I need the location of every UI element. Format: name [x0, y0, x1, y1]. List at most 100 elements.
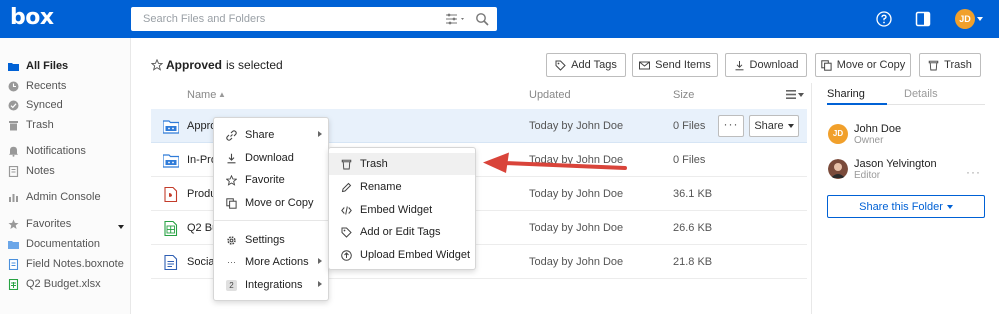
star-outline-icon[interactable]: [151, 59, 163, 71]
sidebar-item-favorites[interactable]: Favorites: [8, 215, 71, 233]
search-bar[interactable]: [131, 7, 497, 31]
menu-item-label: Trash: [360, 158, 388, 170]
menu-item-share[interactable]: Share: [214, 124, 328, 146]
active-tab-indicator: [827, 103, 887, 105]
sidebar-item-field-notes[interactable]: Field Notes.boxnote: [8, 255, 124, 273]
folder-icon: [8, 240, 19, 249]
star-icon: [226, 174, 237, 186]
submenu-item-upload-embed-widget[interactable]: Upload Embed Widget: [329, 244, 475, 266]
menu-item-label: Download: [245, 152, 294, 164]
sidebar-item-trash[interactable]: Trash: [8, 116, 54, 134]
sidebar-item-admin-console[interactable]: Admin Console: [8, 188, 101, 206]
sidebar-item-documentation[interactable]: Documentation: [8, 235, 100, 253]
chevron-down-icon: [787, 124, 794, 128]
menu-item-integrations[interactable]: 2 Integrations: [214, 274, 328, 296]
more-actions-submenu: Trash Rename Embed Widget Add or Edit Ta…: [328, 147, 476, 270]
file-name[interactable]: In-Progress: [187, 154, 213, 166]
submenu-item-embed-widget[interactable]: Embed Widget: [329, 199, 475, 221]
sidebar-item-synced[interactable]: Synced: [8, 96, 63, 114]
sidebar-item-label: All Files: [26, 60, 69, 72]
file-size: 0 Files: [673, 154, 706, 166]
menu-item-download[interactable]: Download: [214, 147, 328, 169]
check-circle-icon: [8, 100, 19, 110]
trash-button[interactable]: Trash: [919, 53, 981, 77]
column-header-name[interactable]: Name: [187, 89, 216, 101]
tab-sharing[interactable]: Sharing: [827, 88, 865, 100]
menu-item-settings[interactable]: Settings: [214, 229, 328, 251]
submenu-item-add-or-edit-tags[interactable]: Add or Edit Tags: [329, 221, 475, 243]
clock-icon: [8, 81, 19, 91]
column-header-size[interactable]: Size: [673, 89, 694, 101]
search-icon[interactable]: [475, 12, 489, 26]
add-tags-button[interactable]: Add Tags: [546, 53, 626, 77]
user-avatar[interactable]: JD: [955, 9, 975, 29]
file-updated: Today by John Doe: [529, 120, 624, 132]
send-items-button[interactable]: Send Items: [632, 53, 718, 77]
sidebar-item-label: Trash: [26, 119, 54, 131]
download-icon: [227, 153, 236, 163]
file-size: 26.6 KB: [673, 222, 713, 234]
chevron-right-icon: [318, 281, 322, 287]
pencil-icon: [341, 182, 352, 192]
sidebar-item-label: Notes: [26, 165, 55, 177]
trash-icon: [341, 159, 352, 169]
collaborator-name: John Doe: [854, 123, 902, 135]
upload-icon: [341, 249, 352, 261]
submenu-item-trash[interactable]: Trash: [329, 153, 475, 175]
sort-ascending-icon[interactable]: ▲: [218, 90, 226, 99]
sidebar-item-notes[interactable]: Notes: [8, 162, 55, 180]
file-name[interactable]: Approved: [187, 120, 213, 132]
chevron-right-icon: [318, 258, 322, 264]
menu-item-label: Move or Copy: [245, 197, 314, 209]
chevron-down-icon[interactable]: [798, 93, 804, 97]
file-name[interactable]: Product: [187, 188, 213, 200]
row-share-button[interactable]: Share: [749, 115, 799, 137]
sidebar-item-label: Synced: [26, 99, 63, 111]
menu-item-label: Rename: [360, 181, 402, 193]
help-icon[interactable]: [876, 11, 892, 27]
trash-label: Trash: [944, 59, 972, 71]
chevron-right-icon: [318, 131, 322, 137]
share-this-folder-button[interactable]: Share this Folder: [827, 195, 985, 218]
search-input[interactable]: [131, 7, 431, 31]
sidebar-item-recents[interactable]: Recents: [8, 77, 66, 95]
sidebar-item-label: Admin Console: [26, 191, 101, 203]
move-or-copy-button[interactable]: Move or Copy: [815, 53, 911, 77]
menu-item-more-actions[interactable]: ··· More Actions: [214, 251, 328, 273]
submenu-item-rename[interactable]: Rename: [329, 176, 475, 198]
more-options-button[interactable]: ···: [718, 115, 744, 137]
sidebar-item-notifications[interactable]: Notifications: [8, 142, 86, 160]
column-header-updated[interactable]: Updated: [529, 89, 571, 101]
sidebar-item-q2-budget[interactable]: Q2 Budget.xlsx: [8, 275, 101, 293]
menu-item-move-or-copy[interactable]: Move or Copy: [214, 192, 328, 214]
copy-icon: [226, 197, 237, 209]
file-name[interactable]: Q2 Budget: [187, 222, 213, 234]
file-updated: Today by John Doe: [529, 222, 624, 234]
collaborator-role: Editor: [854, 170, 881, 181]
menu-item-label: Integrations: [245, 279, 303, 291]
sidebar-item-label: Documentation: [26, 238, 100, 250]
sidebar-item-label: Q2 Budget.xlsx: [26, 278, 101, 290]
sidebar-toggle-icon[interactable]: [915, 11, 931, 27]
chevron-down-icon[interactable]: [977, 17, 983, 21]
menu-item-favorite[interactable]: Favorite: [214, 169, 328, 191]
tab-details[interactable]: Details: [904, 88, 938, 100]
file-size: 36.1 KB: [673, 188, 713, 200]
box-logo[interactable]: box: [10, 5, 54, 30]
download-button[interactable]: Download: [725, 53, 807, 77]
share-this-folder-label: Share this Folder: [859, 200, 943, 213]
chevron-down-icon[interactable]: [118, 225, 124, 229]
filter-icon[interactable]: [445, 13, 467, 25]
menu-item-label: Embed Widget: [360, 204, 433, 216]
collaborator-more-button[interactable]: ···: [966, 165, 981, 179]
menu-item-label: More Actions: [245, 256, 309, 268]
trash-icon: [9, 120, 18, 130]
list-view-icon[interactable]: [786, 90, 796, 99]
file-name[interactable]: Social: [187, 256, 213, 268]
trash-icon: [928, 60, 939, 70]
send-items-label: Send Items: [655, 59, 711, 71]
copy-icon: [821, 59, 832, 71]
file-size: 21.8 KB: [673, 256, 713, 268]
row-share-label: Share: [754, 120, 784, 132]
sidebar-item-all-files[interactable]: All Files: [8, 57, 68, 75]
